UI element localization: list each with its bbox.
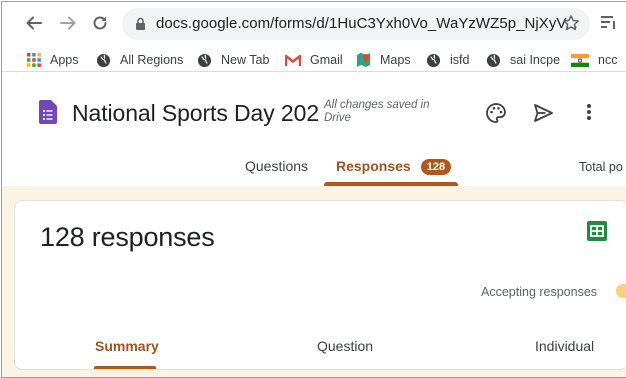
bookmark-label: New Tab	[221, 53, 270, 67]
bookmark-apps[interactable]: Apps	[27, 51, 79, 69]
bookmark-star-icon[interactable]	[562, 14, 580, 37]
bookmark-sai-incpe[interactable]: sai Incpe	[486, 51, 560, 69]
address-bar[interactable]: docs.google.com/forms/d/1HuC3Yxh0Vo_WaYz…	[122, 8, 590, 40]
palette-icon[interactable]	[485, 102, 507, 129]
google-sheets-icon[interactable]	[587, 221, 607, 246]
subtab-summary[interactable]: Summary	[95, 338, 159, 354]
lock-icon	[135, 17, 146, 36]
accepting-responses-label: Accepting responses	[481, 285, 598, 299]
tab-label: Responses	[336, 158, 411, 174]
apps-grid-icon	[27, 53, 41, 67]
globe-icon	[426, 53, 441, 68]
reload-button[interactable]	[89, 12, 111, 34]
bookmark-label: isfd	[450, 53, 470, 67]
tab-label: Questions	[245, 158, 309, 174]
bookmarks-bar: Apps All Regions New Tab Gmail Maps isfd…	[2, 46, 626, 72]
bookmark-maps[interactable]: Maps	[356, 51, 411, 69]
bookmark-ncc[interactable]: ncc	[571, 51, 617, 69]
bookmark-label: ncc	[598, 53, 618, 67]
active-subtab-indicator	[94, 366, 156, 369]
forms-doc-icon[interactable]	[39, 100, 57, 129]
reload-icon	[93, 16, 107, 30]
forward-button[interactable]	[57, 12, 79, 34]
bookmark-label: All Regions	[120, 53, 184, 67]
more-options-icon[interactable]	[586, 102, 592, 127]
reading-list-icon[interactable]	[600, 14, 618, 35]
globe-icon	[96, 53, 111, 68]
save-status: All changes saved in Drive	[324, 99, 430, 124]
gmail-icon	[285, 54, 301, 67]
bookmark-new-tab[interactable]: New Tab	[197, 51, 269, 69]
forms-header: National Sports Day 202 All changes save…	[2, 72, 626, 186]
subtab-individual[interactable]: Individual	[535, 338, 594, 354]
tab-total-points[interactable]: Total po	[579, 160, 623, 174]
response-count-badge: 128	[420, 159, 452, 175]
back-arrow-icon	[26, 16, 42, 30]
browser-window: docs.google.com/forms/d/1HuC3Yxh0Vo_WaYz…	[1, 1, 626, 378]
response-count-heading: 128 responses	[40, 222, 215, 252]
bookmark-gmail[interactable]: Gmail	[285, 51, 343, 69]
bookmark-label: sai Incpe	[510, 53, 561, 67]
tab-questions[interactable]: Questions	[245, 158, 308, 174]
back-button[interactable]	[23, 12, 45, 34]
bookmark-all-regions[interactable]: All Regions	[96, 51, 183, 69]
browser-toolbar: docs.google.com/forms/d/1HuC3Yxh0Vo_WaYz…	[2, 2, 626, 44]
send-icon[interactable]	[532, 102, 554, 129]
bookmark-isfd[interactable]: isfd	[426, 51, 469, 69]
tab-label: Total po	[579, 160, 623, 174]
url-text: docs.google.com/forms/d/1HuC3Yxh0Vo_WaYz…	[156, 15, 578, 32]
bookmark-label: Apps	[50, 53, 79, 67]
globe-icon	[197, 53, 212, 68]
india-flag-icon	[571, 53, 589, 67]
form-title[interactable]: National Sports Day 202	[72, 100, 319, 127]
accepting-responses-toggle[interactable]	[616, 284, 626, 298]
globe-icon	[486, 53, 501, 68]
tab-responses[interactable]: Responses 128	[336, 158, 452, 175]
subtab-question[interactable]: Question	[317, 338, 373, 354]
forward-arrow-icon	[60, 16, 76, 30]
maps-icon	[356, 52, 371, 68]
bookmark-label: Gmail	[310, 53, 343, 67]
bookmark-label: Maps	[380, 53, 411, 67]
